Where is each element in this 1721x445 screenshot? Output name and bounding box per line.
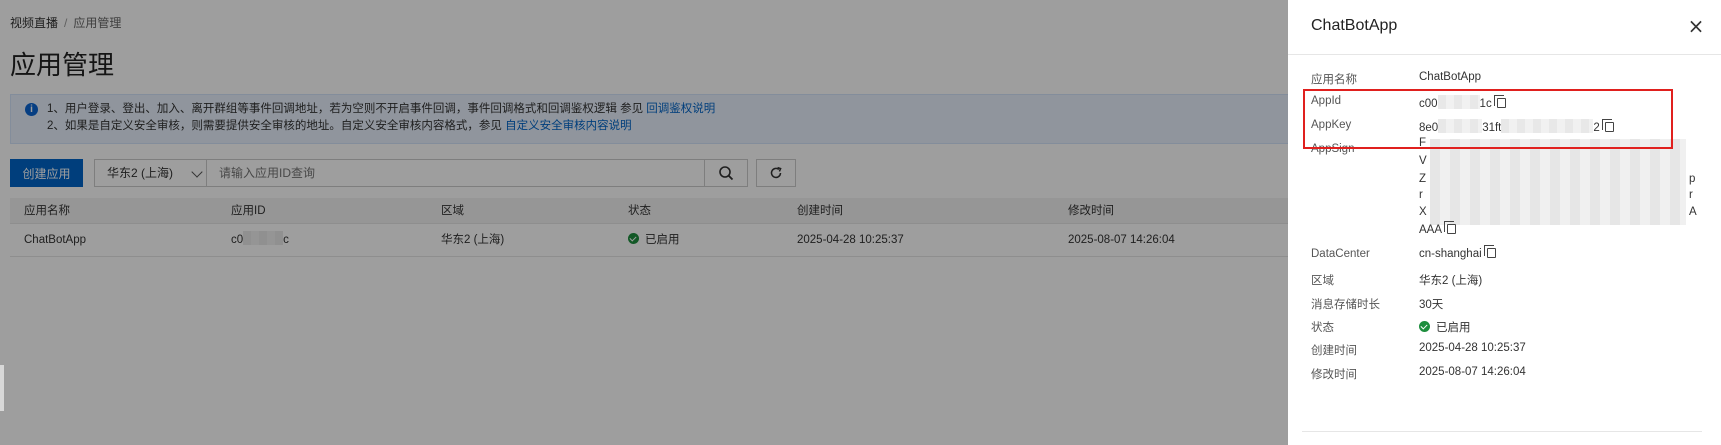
copy-icon[interactable] [1444,221,1457,234]
highlight-annotation-box [1303,89,1673,149]
status-text: 已启用 [1436,322,1471,334]
label-region: 区域 [1311,275,1334,287]
overlay-mask[interactable] [0,0,1288,445]
value-data-center: cn-shanghai [1419,245,1496,260]
value-status: 已启用 [1419,319,1471,335]
value-app-sign-end: AAA [1419,221,1457,236]
label-app-name: 应用名称 [1311,74,1357,86]
app-sign-fragment: r [1419,189,1423,201]
app-sign-fragment: A [1689,206,1697,218]
drawer-divider [1288,54,1721,55]
app-detail-drawer: ChatBotApp × 应用名称 ChatBotApp AppId c00 1c… [1288,0,1721,445]
app-sign-tail: AAA [1419,224,1443,236]
label-status: 状态 [1311,322,1334,334]
value-app-name: ChatBotApp [1419,71,1482,83]
value-modified: 2025-08-07 14:26:04 [1419,366,1526,378]
drawer-title: ChatBotApp [1311,17,1398,34]
label-created: 创建时间 [1311,345,1357,357]
app-sign-fragment: r [1689,189,1693,201]
data-center-text: cn-shanghai [1419,248,1482,260]
app-sign-fragment: Z [1419,173,1427,185]
redacted-blur [1430,139,1686,225]
drawer-bottom-divider [1302,431,1702,432]
value-created: 2025-04-28 10:25:37 [1419,342,1526,354]
app-sign-fragment: p [1689,173,1696,185]
value-retention: 30天 [1419,299,1444,311]
copy-icon[interactable] [1483,245,1496,258]
label-data-center: DataCenter [1311,248,1370,260]
app-sign-fragment: V [1419,155,1427,167]
check-circle-icon [1419,321,1430,332]
label-retention: 消息存储时长 [1311,299,1380,311]
app-sign-fragment: X [1419,206,1427,218]
label-modified: 修改时间 [1311,369,1357,381]
sidebar-handle[interactable] [0,365,4,411]
close-icon[interactable]: × [1686,16,1706,36]
value-region: 华东2 (上海) [1419,275,1483,287]
